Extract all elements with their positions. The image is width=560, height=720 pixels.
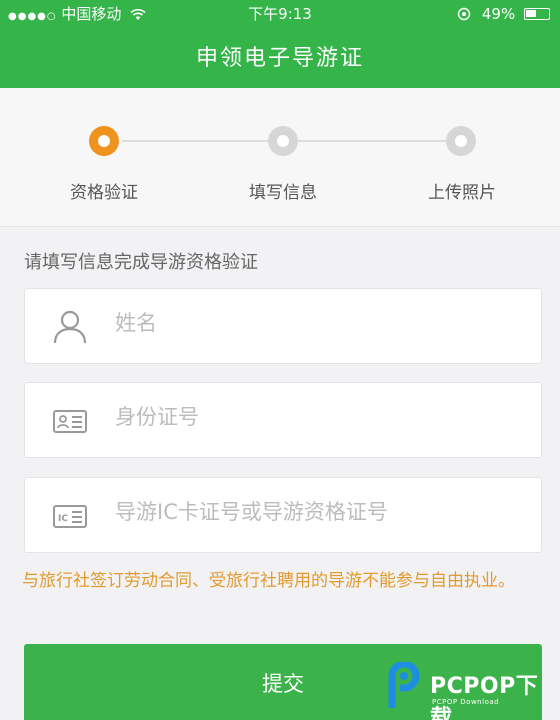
step-3-dot xyxy=(446,126,476,156)
step-connector-2 xyxy=(298,140,448,142)
battery-icon xyxy=(524,8,550,20)
id-field[interactable] xyxy=(24,382,542,458)
ic-card-icon: IC xyxy=(51,498,89,534)
watermark: PCPOP下载 PCPOP Download xyxy=(386,660,556,720)
form-hint: 请填写信息完成导游资格验证 xyxy=(24,252,258,273)
guide-card-input[interactable] xyxy=(115,500,515,524)
step-1-dot xyxy=(89,126,119,156)
step-connector-1 xyxy=(122,140,270,142)
app-header: ●●●●○ 中国移动 下午9:13 49% 申领电子导游证 xyxy=(0,0,560,88)
step-indicator xyxy=(0,88,560,226)
orientation-lock-icon xyxy=(457,2,471,30)
svg-text:IC: IC xyxy=(58,514,68,524)
status-bar: ●●●●○ 中国移动 下午9:13 49% xyxy=(0,0,560,28)
status-right: 49% xyxy=(457,0,550,30)
step-2-label: 填写信息 xyxy=(249,183,317,203)
warning-notice: 与旅行社签订劳动合同、受旅行社聘用的导游不能参与自由执业。 xyxy=(22,571,515,591)
divider xyxy=(0,226,560,227)
id-card-icon xyxy=(51,403,89,439)
pcpop-logo-icon xyxy=(386,660,426,710)
page-title: 申领电子导游证 xyxy=(195,46,364,71)
watermark-sub: PCPOP Download xyxy=(432,698,500,706)
name-field[interactable] xyxy=(24,288,542,364)
name-input[interactable] xyxy=(115,311,515,335)
id-number-input[interactable] xyxy=(115,405,515,429)
battery-percent: 49% xyxy=(481,5,516,23)
guide-card-field[interactable]: IC xyxy=(24,477,542,553)
step-3-label: 上传照片 xyxy=(428,183,496,203)
step-2-dot xyxy=(268,126,298,156)
step-1-label: 资格验证 xyxy=(70,183,138,203)
user-icon xyxy=(51,309,89,345)
watermark-brand: PCPOP下载 xyxy=(430,674,539,720)
